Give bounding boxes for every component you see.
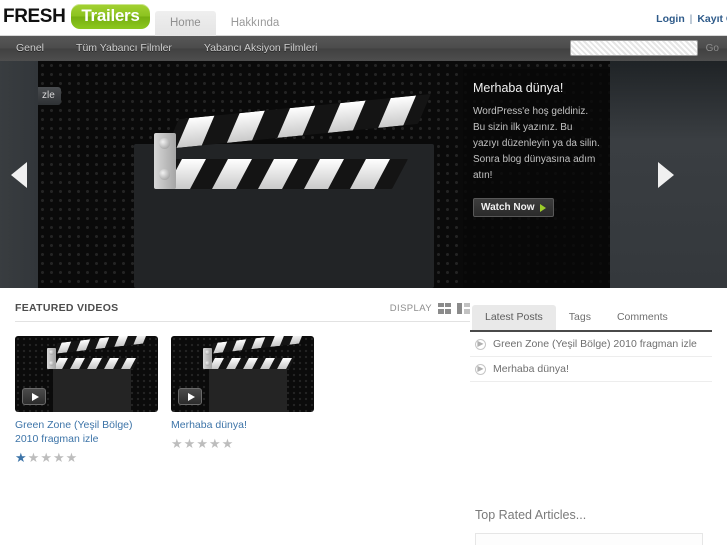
arrow-right-icon xyxy=(658,161,674,188)
subnav-item-yabanci-aksiyon-filmleri[interactable]: Yabancı Aksiyon Filmleri xyxy=(188,36,334,61)
slide-peek-label: zle xyxy=(38,87,61,105)
register-link[interactable]: Kayıt Ol xyxy=(697,13,727,25)
main-content: FEATURED VIDEOS DISPLAY Green Zone (Yeşi… xyxy=(0,288,727,545)
site-header: FRESH Trailers Home Hakkında Login | Kay… xyxy=(0,0,727,36)
category-subnav: Genel Tüm Yabancı Filmler Yabancı Aksiyo… xyxy=(0,36,727,61)
search-go-button[interactable]: Go xyxy=(702,43,723,54)
thumbnail-panel xyxy=(209,367,287,412)
subnav-item-tum-yabanci-filmler[interactable]: Tüm Yabancı Filmler xyxy=(60,36,188,61)
slide-caption: Merhaba dünya! WordPress'e hoş geldiniz.… xyxy=(463,69,610,288)
thumbnail-panel xyxy=(53,367,131,412)
slide-description: WordPress'e hoş geldiniz. Bu sizin ilk y… xyxy=(473,106,600,181)
star-icon[interactable]: ★ xyxy=(222,436,235,451)
video-thumbnail[interactable] xyxy=(171,336,314,412)
primary-nav: Home Hakkında xyxy=(155,11,294,36)
top-rated-articles-box xyxy=(475,533,703,545)
star-rating[interactable]: ★★★★★ xyxy=(171,437,314,450)
play-triangle-icon xyxy=(539,203,546,212)
video-card: Merhaba dünya! ★★★★★ xyxy=(171,336,314,464)
slider-prev-button[interactable] xyxy=(0,61,38,288)
clapperboard-icon xyxy=(146,94,431,209)
featured-slider: zle Merhaba dünya! WordPress'e hoş geldi… xyxy=(0,61,727,288)
list-item-label: Green Zone (Yeşil Bölge) 2010 fragman iz… xyxy=(493,338,697,350)
arrow-left-icon xyxy=(11,161,27,188)
watch-now-button[interactable]: Watch Now xyxy=(473,198,554,217)
video-thumbnail[interactable] xyxy=(15,336,158,412)
tab-latest-posts[interactable]: Latest Posts xyxy=(472,305,556,330)
featured-videos-section: FEATURED VIDEOS DISPLAY Green Zone (Yeşi… xyxy=(0,302,470,545)
video-title[interactable]: Green Zone (Yeşil Bölge) 2010 fragman iz… xyxy=(15,418,158,446)
latest-posts-list: ▶ Green Zone (Yeşil Bölge) 2010 fragman … xyxy=(470,332,712,382)
search-form: Go xyxy=(569,40,723,56)
list-item-label: Merhaba dünya! xyxy=(493,363,569,375)
star-icon[interactable]: ★ xyxy=(28,450,41,465)
sidebar-tabs: Latest Posts Tags Comments xyxy=(470,305,712,330)
auth-separator: | xyxy=(689,13,693,25)
grid-view-icon[interactable] xyxy=(438,302,451,314)
tab-comments[interactable]: Comments xyxy=(604,305,681,330)
list-item[interactable]: ▶ Merhaba dünya! xyxy=(470,357,712,382)
play-icon xyxy=(31,392,39,401)
slider-next-button[interactable] xyxy=(610,61,727,288)
display-toggle: DISPLAY xyxy=(389,302,470,314)
featured-videos-header: FEATURED VIDEOS DISPLAY xyxy=(15,302,470,322)
video-grid: Green Zone (Yeşil Bölge) 2010 fragman iz… xyxy=(15,322,470,464)
star-rating[interactable]: ★★★★★ xyxy=(15,451,158,464)
chevron-right-circle-icon: ▶ xyxy=(475,338,486,350)
play-button[interactable] xyxy=(178,388,202,405)
search-input[interactable] xyxy=(569,40,698,56)
watch-now-label: Watch Now xyxy=(481,202,535,213)
star-icon[interactable]: ★ xyxy=(15,450,28,465)
login-link[interactable]: Login xyxy=(656,13,685,25)
display-label: DISPLAY xyxy=(389,302,432,314)
clapperboard-icon xyxy=(201,336,305,373)
slider-stage: zle Merhaba dünya! WordPress'e hoş geldi… xyxy=(38,61,610,288)
page-title: FEATURED VIDEOS xyxy=(15,302,119,314)
star-icon[interactable]: ★ xyxy=(40,450,53,465)
video-card: Green Zone (Yeşil Bölge) 2010 fragman iz… xyxy=(15,336,158,464)
star-icon[interactable]: ★ xyxy=(171,436,184,451)
tab-tags[interactable]: Tags xyxy=(556,305,604,330)
nav-item-home[interactable]: Home xyxy=(155,11,216,36)
star-icon[interactable]: ★ xyxy=(66,450,79,465)
logo-text-badge: Trailers xyxy=(71,4,150,29)
sidebar: Latest Posts Tags Comments ▶ Green Zone … xyxy=(470,302,712,545)
subnav-item-genel[interactable]: Genel xyxy=(0,36,60,61)
list-item[interactable]: ▶ Green Zone (Yeşil Bölge) 2010 fragman … xyxy=(470,332,712,357)
video-title[interactable]: Merhaba dünya! xyxy=(171,418,314,432)
star-icon[interactable]: ★ xyxy=(184,436,197,451)
play-icon xyxy=(187,392,195,401)
star-icon[interactable]: ★ xyxy=(209,436,222,451)
star-icon[interactable]: ★ xyxy=(53,450,66,465)
slide-title: Merhaba dünya! xyxy=(473,81,564,95)
list-view-icon[interactable] xyxy=(457,302,470,314)
top-rated-articles-title: Top Rated Articles... xyxy=(475,508,587,522)
play-button[interactable] xyxy=(22,388,46,405)
logo-text-primary: FRESH xyxy=(3,5,66,27)
nav-item-hakkinda[interactable]: Hakkında xyxy=(216,11,295,36)
auth-links: Login | Kayıt Ol xyxy=(656,13,727,25)
chevron-right-circle-icon: ▶ xyxy=(475,363,486,375)
site-logo[interactable]: FRESH Trailers xyxy=(3,4,150,29)
clapperboard-icon xyxy=(45,336,149,373)
star-icon[interactable]: ★ xyxy=(196,436,209,451)
